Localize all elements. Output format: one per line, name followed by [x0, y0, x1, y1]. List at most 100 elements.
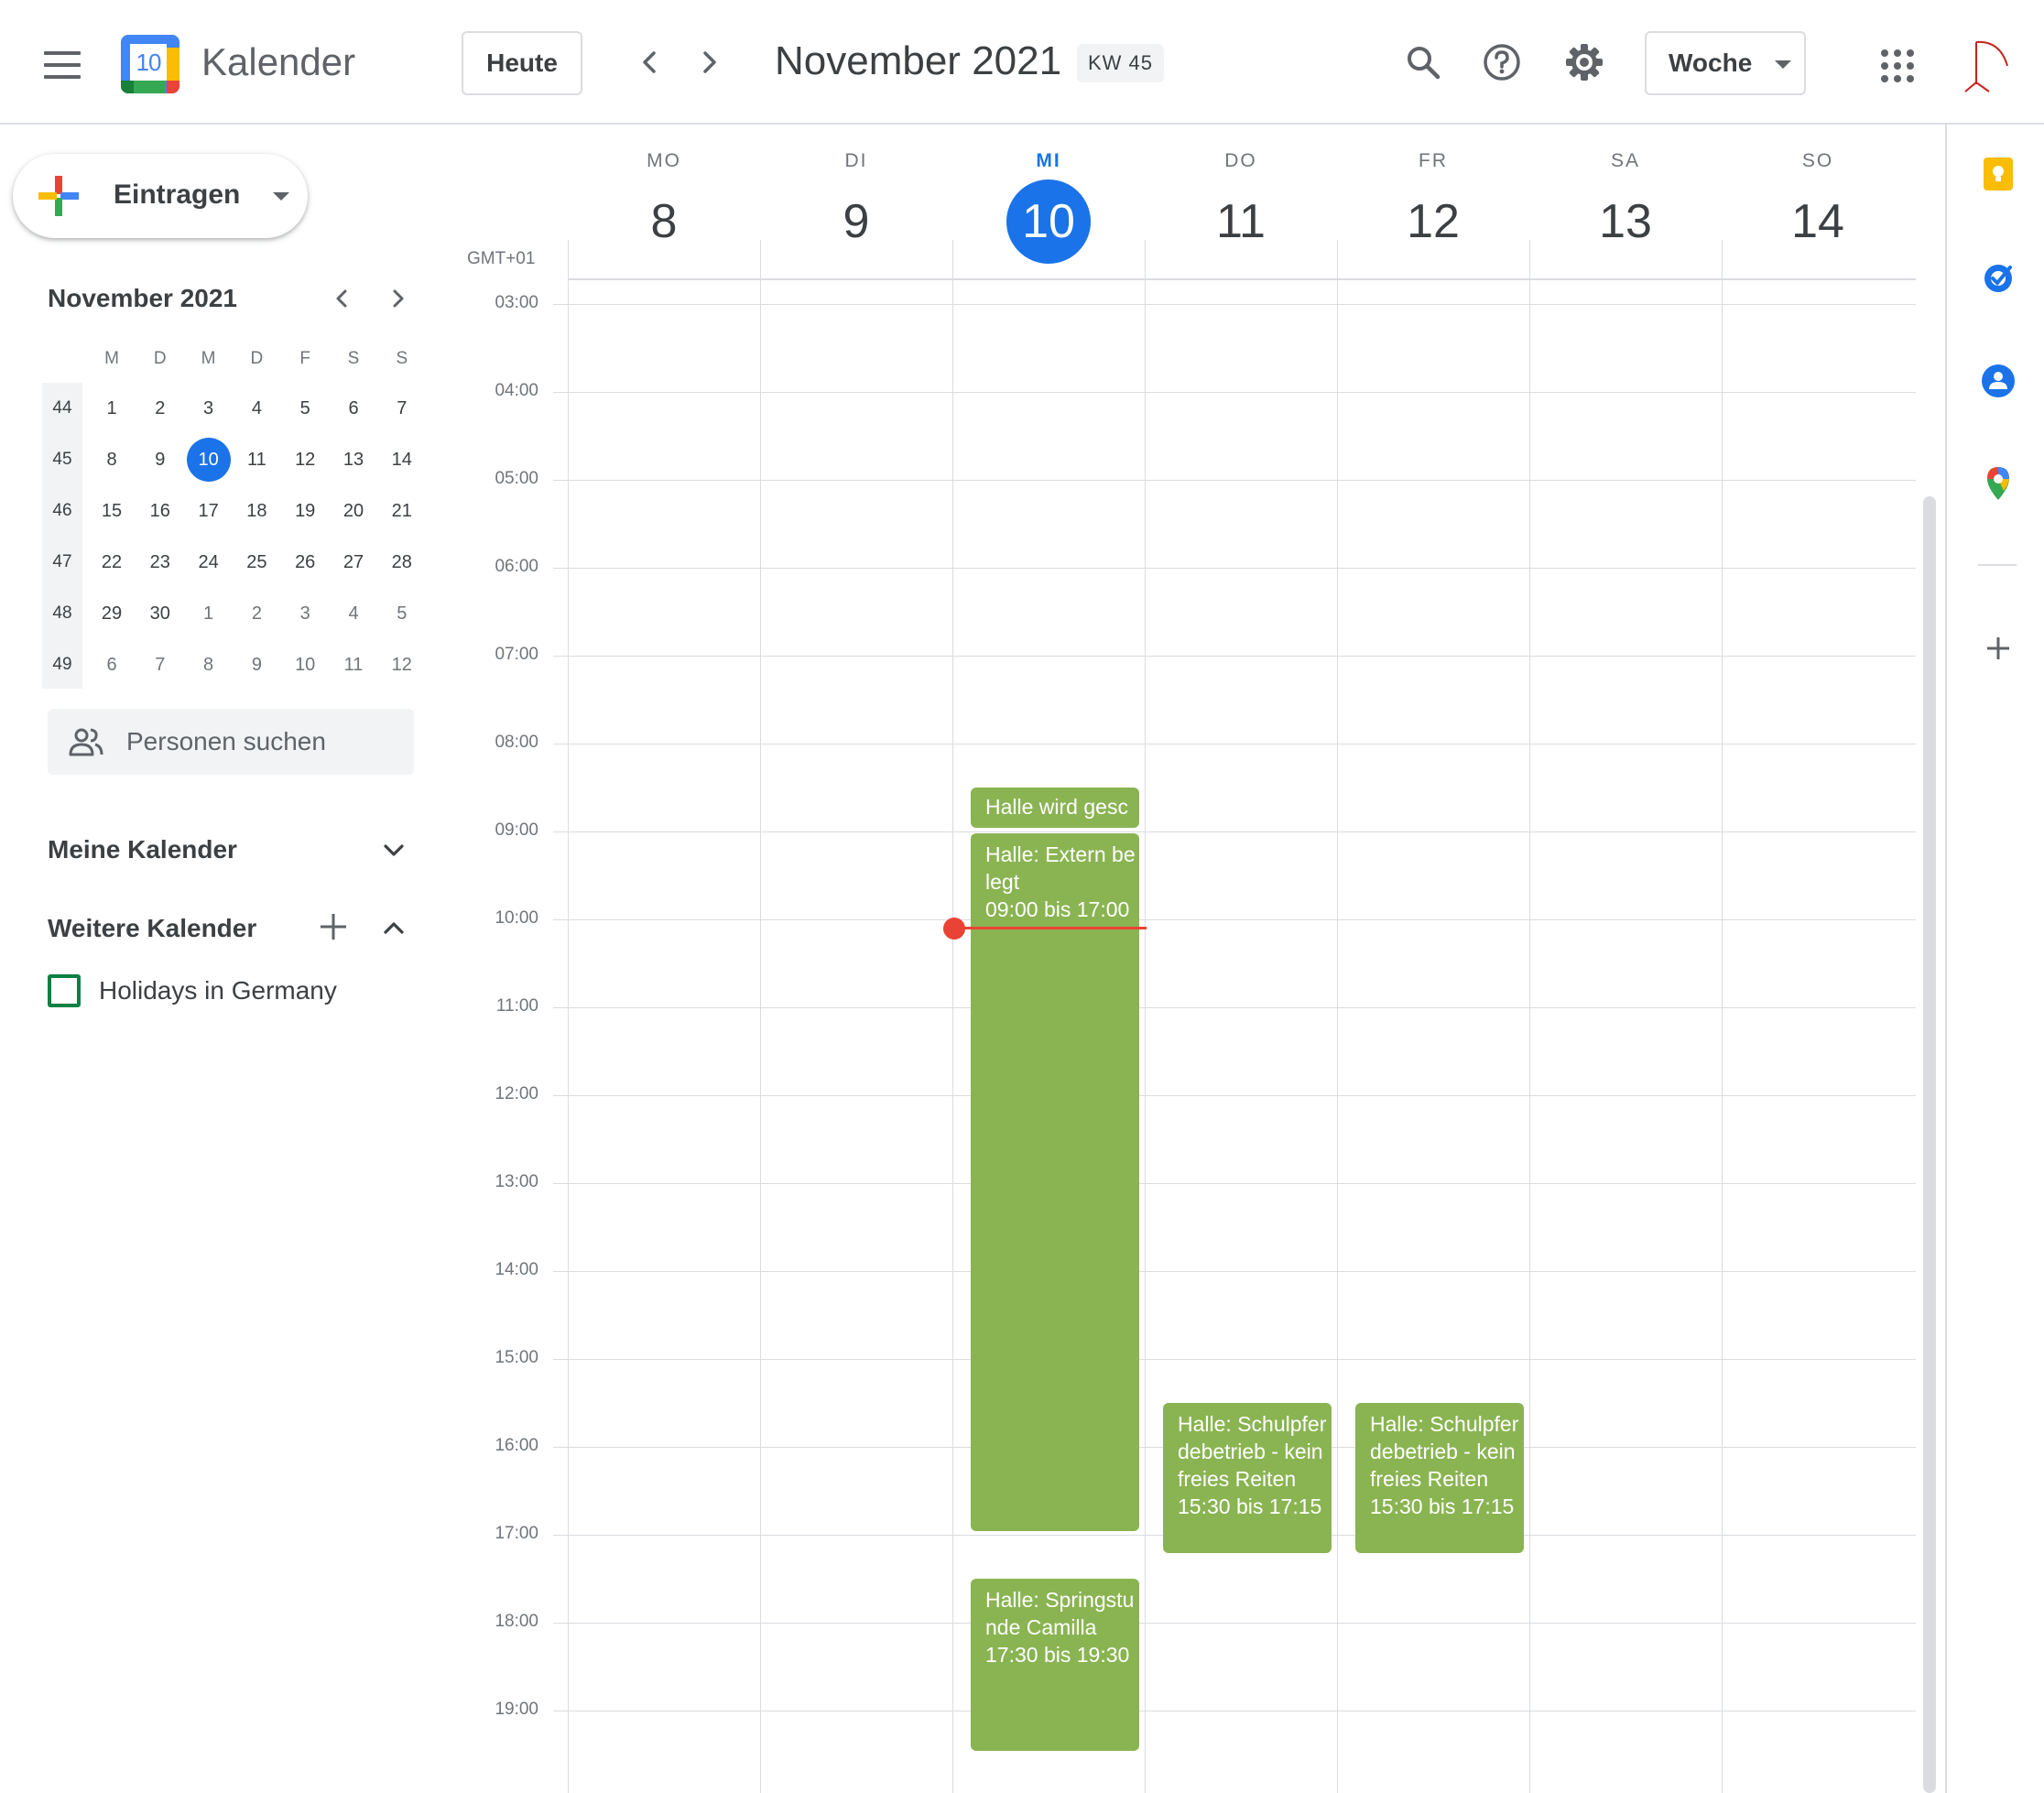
day-header-divider	[1337, 240, 1338, 280]
mini-day-number: 16	[149, 501, 170, 521]
calendar-event[interactable]: Halle: Extern belegt 09:00 bis 17:00	[971, 833, 1139, 1531]
my-calendars-title[interactable]: Meine Kalender	[48, 835, 237, 864]
mini-day[interactable]: 11	[330, 641, 377, 689]
chevron-left-icon[interactable]	[326, 282, 359, 315]
mini-day[interactable]: 4	[233, 385, 280, 432]
other-calendars-title[interactable]: Weitere Kalender	[48, 914, 256, 943]
help-icon[interactable]	[1480, 40, 1524, 84]
hour-label: 13:00	[495, 1172, 538, 1191]
mini-day[interactable]: 20	[330, 487, 377, 535]
mini-day[interactable]: 26	[281, 538, 329, 586]
add-calendar-icon[interactable]	[317, 910, 350, 943]
mini-day[interactable]: 24	[185, 538, 233, 586]
settings-icon[interactable]	[1562, 40, 1606, 84]
day-column-divider	[1337, 280, 1338, 1793]
event-time: 15:30 bis 17:15	[1178, 1494, 1322, 1518]
keep-icon[interactable]	[1980, 156, 2017, 192]
mini-day-number: 2	[155, 398, 166, 418]
mini-day-number: 25	[246, 552, 267, 572]
mini-day[interactable]: 1	[88, 385, 136, 432]
view-selector-label: Woche	[1669, 49, 1753, 77]
mini-day[interactable]: 27	[330, 538, 377, 586]
mini-day[interactable]: 6	[88, 641, 136, 689]
people-search[interactable]	[48, 709, 414, 775]
mini-day[interactable]: 7	[378, 385, 426, 432]
mini-week-number: 49	[52, 655, 72, 674]
mini-day[interactable]: 3	[281, 590, 329, 637]
mini-day[interactable]: 2	[136, 385, 184, 432]
hour-gridline	[553, 480, 1916, 481]
mini-day[interactable]: 25	[233, 538, 280, 586]
mini-day[interactable]: 10	[281, 641, 329, 689]
view-selector[interactable]: Woche	[1645, 31, 1806, 95]
mini-day[interactable]: 19	[281, 487, 329, 535]
mini-day[interactable]: 11	[233, 436, 280, 484]
chevron-right-icon[interactable]	[687, 40, 731, 84]
mini-day[interactable]: 9	[233, 641, 280, 689]
mini-day[interactable]: 28	[378, 538, 426, 586]
account-icon[interactable]	[1960, 35, 2015, 93]
mini-day[interactable]: 4	[330, 590, 377, 637]
day-header-divider	[760, 240, 761, 280]
mini-day[interactable]: 30	[136, 590, 184, 637]
mini-day[interactable]: 13	[330, 436, 377, 484]
mini-day-number: 4	[251, 398, 262, 418]
menu-icon[interactable]	[44, 51, 81, 79]
apps-icon[interactable]	[1881, 49, 1914, 82]
today-button[interactable]: Heute	[462, 31, 582, 95]
mini-day-number: 15	[101, 501, 123, 521]
maps-icon[interactable]	[1980, 465, 2017, 502]
day-header-weekday: DO	[1224, 150, 1257, 171]
mini-day[interactable]: 2	[233, 590, 280, 637]
scrollbar[interactable]	[1923, 496, 1936, 1793]
mini-day[interactable]: 7	[136, 641, 184, 689]
mini-day-number: 7	[155, 655, 166, 675]
calendar-event[interactable]: Halle wird gesc	[971, 788, 1139, 828]
mini-day[interactable]: 5	[378, 590, 426, 637]
mini-day[interactable]: 18	[233, 487, 280, 535]
mini-day-today[interactable]: 10	[185, 436, 233, 484]
search-icon[interactable]	[1401, 40, 1445, 84]
hour-gridline	[553, 919, 1916, 920]
mini-day[interactable]: 6	[330, 385, 377, 432]
calendar-checkbox[interactable]	[48, 974, 81, 1007]
mini-week-number: 47	[52, 552, 72, 571]
mini-day[interactable]: 22	[88, 538, 136, 586]
day-header-divider	[1145, 240, 1146, 280]
chevron-left-icon[interactable]	[628, 40, 672, 84]
calendar-event[interactable]: Halle: Schulpferdebetrieb - kein freies …	[1355, 1403, 1524, 1553]
mini-day[interactable]: 12	[378, 641, 426, 689]
people-search-input[interactable]	[126, 722, 401, 762]
mini-day[interactable]: 29	[88, 590, 136, 637]
mini-day[interactable]: 8	[88, 436, 136, 484]
mini-day[interactable]: 16	[136, 487, 184, 535]
chevron-right-icon[interactable]	[381, 282, 414, 315]
calendar-event[interactable]: Halle: Springstunde Camilla 17:30 bis 19:…	[971, 1579, 1139, 1751]
mini-day[interactable]: 14	[378, 436, 426, 484]
caret-down-icon	[1775, 60, 1791, 69]
mini-day[interactable]: 17	[185, 487, 233, 535]
add-addon-icon[interactable]	[1980, 630, 2017, 667]
current-month-title: November 2021	[775, 38, 1062, 83]
mini-day[interactable]: 15	[88, 487, 136, 535]
chevron-down-icon[interactable]	[377, 833, 410, 866]
mini-day-number: 30	[149, 603, 170, 624]
mini-day[interactable]: 3	[185, 385, 233, 432]
hour-label: 17:00	[495, 1524, 538, 1543]
contacts-icon[interactable]	[1980, 363, 2017, 399]
logo-day: 10	[130, 44, 167, 81]
mini-day[interactable]: 1	[185, 590, 233, 637]
event-time: 17:30 bis 19:30	[985, 1643, 1130, 1667]
mini-day[interactable]: 12	[281, 436, 329, 484]
calendar-event[interactable]: Halle: Schulpferdebetrieb - kein freies …	[1163, 1403, 1332, 1553]
mini-day[interactable]: 5	[281, 385, 329, 432]
mini-day-number: 18	[246, 501, 267, 521]
create-button[interactable]: Eintragen	[13, 154, 308, 238]
mini-day[interactable]: 8	[185, 641, 233, 689]
mini-day[interactable]: 21	[378, 487, 426, 535]
mini-day[interactable]: 9	[136, 436, 184, 484]
hour-label: 04:00	[495, 381, 538, 400]
mini-day[interactable]: 23	[136, 538, 184, 586]
chevron-up-icon[interactable]	[377, 912, 410, 945]
tasks-icon[interactable]	[1980, 260, 2017, 297]
